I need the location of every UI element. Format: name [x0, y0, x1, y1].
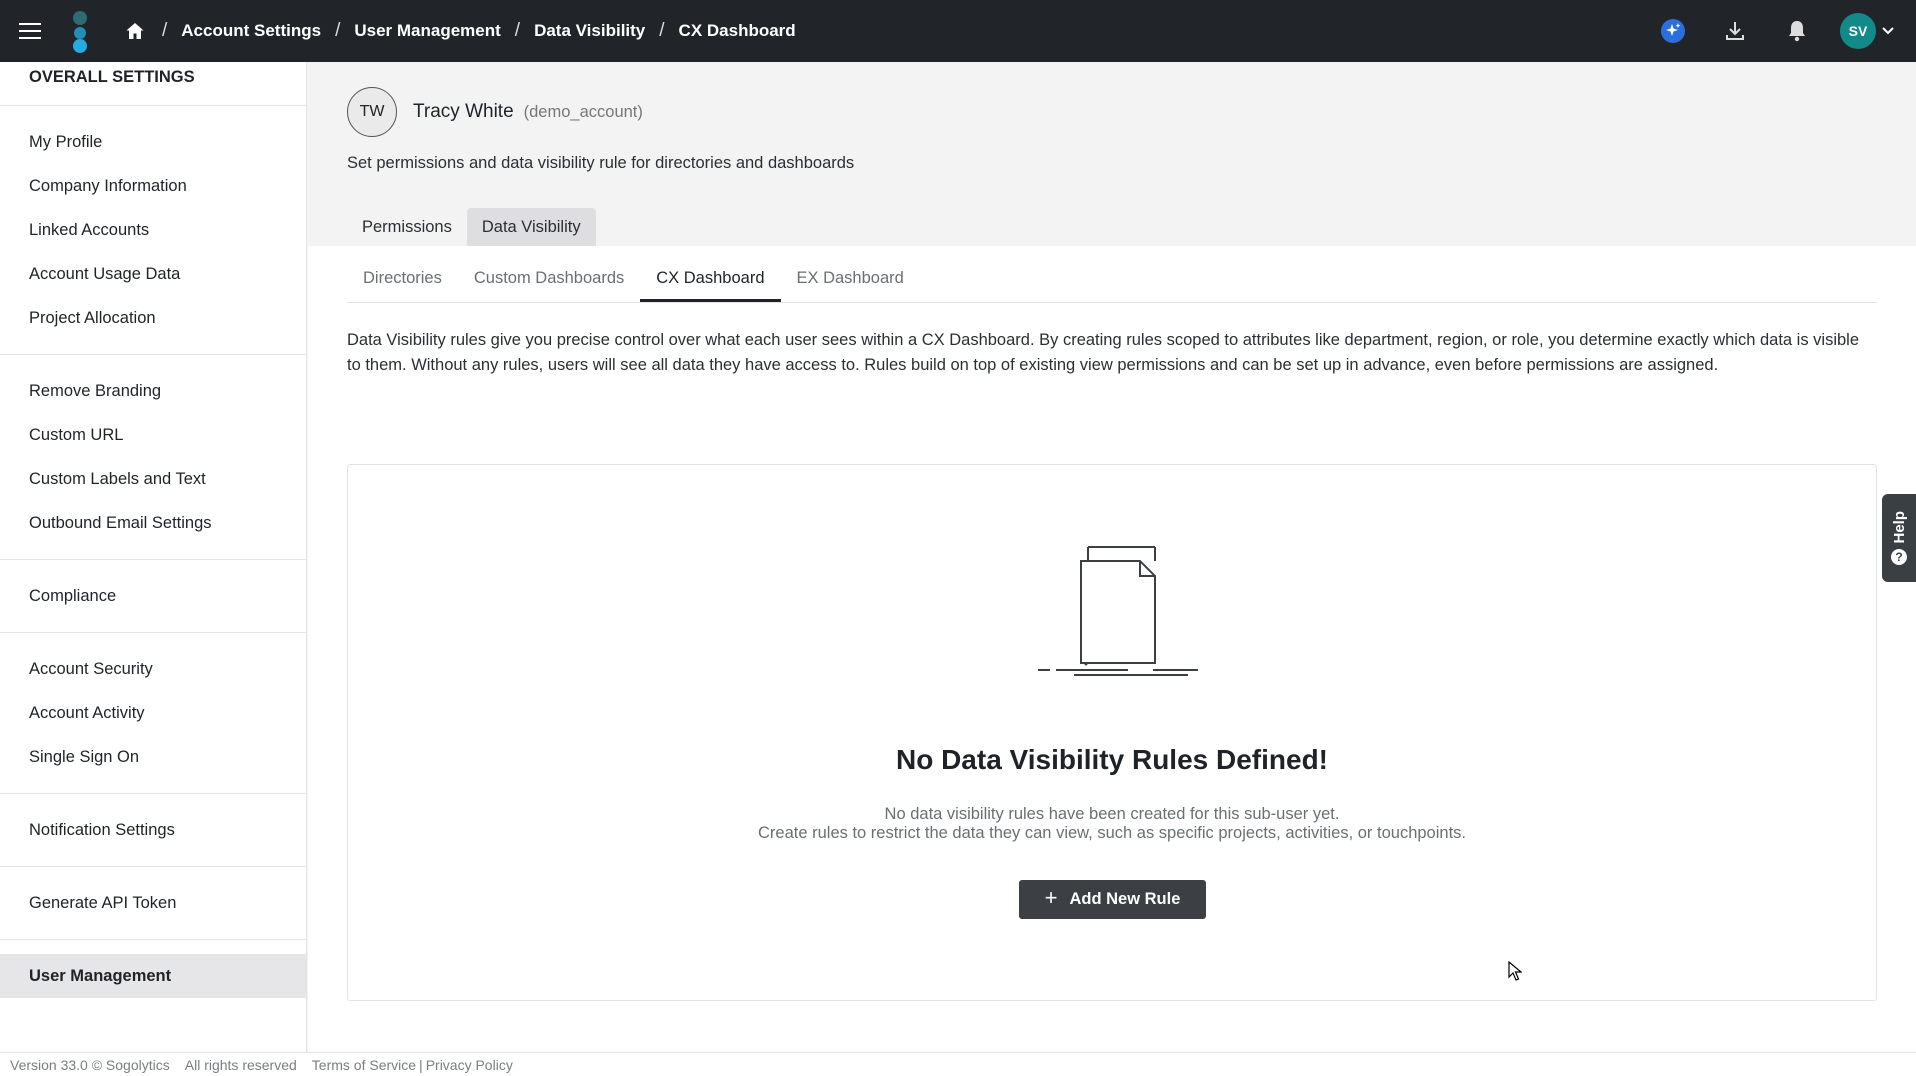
dashboard-sub-tabs: Directories Custom Dashboards CX Dashboa…: [347, 246, 1877, 303]
subtab-directories[interactable]: Directories: [347, 269, 458, 302]
menu-icon[interactable]: [0, 0, 60, 62]
sidebar-item-user-management[interactable]: User Management: [0, 954, 306, 998]
sidebar-item-remove-branding[interactable]: Remove Branding: [0, 369, 306, 413]
sidebar-title: OVERALL SETTINGS: [0, 62, 306, 106]
add-new-rule-button[interactable]: + Add New Rule: [1019, 880, 1206, 919]
empty-state-line: No data visibility rules have been creat…: [884, 805, 1340, 823]
user-menu[interactable]: SV: [1840, 13, 1894, 49]
tab-data-visibility[interactable]: Data Visibility: [466, 208, 596, 246]
breadcrumb-cx-dashboard: CX Dashboard: [678, 21, 796, 40]
sidebar-item-account-security[interactable]: Account Security: [0, 647, 306, 691]
add-new-rule-label: Add New Rule: [1069, 890, 1181, 908]
footer-version: Version 33.0 © Sogolytics: [10, 1056, 170, 1073]
main-tabs: Permissions Data Visibility: [347, 208, 596, 246]
home-icon[interactable]: [122, 18, 148, 44]
sidebar-group: Account Security Account Activity Single…: [0, 633, 306, 794]
sidebar-item-outbound-email-settings[interactable]: Outbound Email Settings: [0, 501, 306, 545]
breadcrumb-data-visibility[interactable]: Data Visibility: [534, 21, 645, 41]
sidebar-item-generate-api-token[interactable]: Generate API Token: [0, 881, 306, 925]
sidebar-group: User Management: [0, 940, 306, 1012]
subtab-custom-dashboards[interactable]: Custom Dashboards: [458, 269, 640, 302]
footer-divider: |: [419, 1056, 423, 1073]
breadcrumb-separator: /: [335, 20, 341, 41]
user-handle: (demo_account): [523, 102, 643, 121]
breadcrumb-account-settings[interactable]: Account Settings: [181, 21, 321, 41]
empty-state-line: Create rules to restrict the data they c…: [758, 824, 1466, 842]
chevron-down-icon: [1882, 27, 1894, 35]
data-visibility-panel: Directories Custom Dashboards CX Dashboa…: [308, 246, 1916, 1052]
settings-sidebar: OVERALL SETTINGS My Profile Company Info…: [0, 62, 307, 1052]
sogolytics-logo[interactable]: [60, 0, 100, 62]
user-avatar: TW: [347, 87, 397, 137]
sidebar-item-notification-settings[interactable]: Notification Settings: [0, 808, 306, 852]
sidebar-group: Notification Settings: [0, 794, 306, 867]
plus-icon: +: [1044, 885, 1058, 910]
ai-assistant-icon[interactable]: [1642, 0, 1704, 62]
footer: Version 33.0 © Sogolytics All rights res…: [0, 1052, 1916, 1076]
sidebar-group: Generate API Token: [0, 867, 306, 940]
download-icon[interactable]: [1704, 0, 1766, 62]
empty-state: No Data Visibility Rules Defined! No dat…: [347, 464, 1877, 1001]
sidebar-group: Remove Branding Custom URL Custom Labels…: [0, 355, 306, 560]
sidebar-item-account-usage-data[interactable]: Account Usage Data: [0, 252, 306, 296]
empty-state-message: No data visibility rules have been creat…: [348, 805, 1876, 843]
page-description: Set permissions and data visibility rule…: [347, 154, 855, 172]
top-right-actions: SV: [1642, 0, 1916, 62]
top-navigation-bar: / Account Settings / User Management / D…: [0, 0, 1916, 62]
tab-permissions[interactable]: Permissions: [347, 208, 467, 246]
breadcrumb-separator: /: [659, 20, 665, 41]
question-icon: ?: [1891, 549, 1907, 566]
sidebar-item-compliance[interactable]: Compliance: [0, 574, 306, 618]
rules-description: Data Visibility rules give you precise c…: [347, 331, 1860, 374]
breadcrumb-separator: /: [162, 20, 168, 41]
sidebar-item-single-sign-on[interactable]: Single Sign On: [0, 735, 306, 779]
subtab-cx-dashboard[interactable]: CX Dashboard: [640, 269, 781, 302]
sidebar-item-my-profile[interactable]: My Profile: [0, 120, 306, 164]
breadcrumb: / Account Settings / User Management / D…: [122, 18, 796, 44]
avatar: SV: [1840, 13, 1876, 49]
subtab-ex-dashboard[interactable]: EX Dashboard: [781, 269, 920, 302]
user-header: TW Tracy White (demo_account): [347, 87, 643, 137]
footer-rights: All rights reserved: [184, 1056, 297, 1073]
sidebar-item-project-allocation[interactable]: Project Allocation: [0, 296, 306, 340]
help-label: Help: [1890, 510, 1908, 544]
user-name: Tracy White: [413, 101, 514, 122]
sidebar-item-linked-accounts[interactable]: Linked Accounts: [0, 208, 306, 252]
sidebar-item-custom-url[interactable]: Custom URL: [0, 413, 306, 457]
main-content: TW Tracy White (demo_account) Set permis…: [308, 62, 1916, 1052]
terms-of-service-link[interactable]: Terms of Service: [312, 1057, 416, 1073]
notification-bell-icon[interactable]: [1766, 0, 1828, 62]
privacy-policy-link[interactable]: Privacy Policy: [426, 1057, 513, 1073]
sidebar-group: Compliance: [0, 560, 306, 633]
sidebar-item-custom-labels[interactable]: Custom Labels and Text: [0, 457, 306, 501]
empty-state-title: No Data Visibility Rules Defined!: [895, 744, 1329, 775]
mouse-cursor-icon: [1508, 961, 1522, 981]
sidebar-group: My Profile Company Information Linked Ac…: [0, 106, 306, 355]
breadcrumb-user-management[interactable]: User Management: [354, 21, 500, 41]
sidebar-item-account-activity[interactable]: Account Activity: [0, 691, 306, 735]
sidebar-item-company-information[interactable]: Company Information: [0, 164, 306, 208]
empty-document-icon: [1038, 546, 1198, 676]
help-tab[interactable]: Help ?: [1882, 494, 1916, 582]
breadcrumb-separator: /: [514, 20, 521, 41]
